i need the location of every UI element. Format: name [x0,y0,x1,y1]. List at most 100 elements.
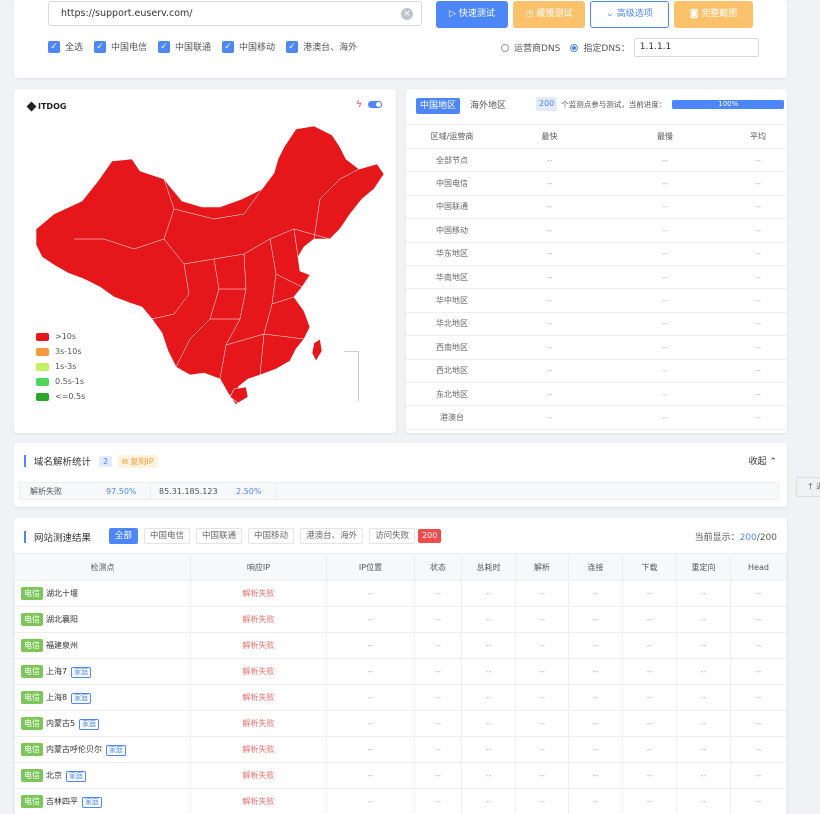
result-value: -- [676,632,731,659]
result-value: -- [676,762,731,789]
back-to-top-button[interactable]: ↑ 返 [796,477,820,497]
filter-all[interactable]: 全部 [109,528,139,544]
china-map-shape [35,125,385,406]
stat-value: -- [601,148,729,173]
dns-item-label[interactable]: 85.31.185.123 [151,487,236,496]
table-row: 电信 湖北襄阳 解析失败 -- -- -- -- -- -- -- -- [14,606,787,633]
response-ip: 解析失败 [190,658,327,685]
checkbox-telecom[interactable]: ✓ 中国电信 [94,40,147,53]
custom-dns-input[interactable]: 1.1.1.1 [633,38,759,57]
result-value: -- [515,736,569,763]
checkbox-all[interactable]: ✓ 全选 [48,40,83,53]
check-icon: ✓ [48,40,60,53]
logo-text: ITDOG [38,102,67,111]
filter-failed[interactable]: 访问失败 [369,528,416,544]
result-value: -- [414,736,462,763]
result-col-header: 下载 [622,553,677,581]
result-value: -- [622,710,677,737]
result-value: -- [515,684,569,711]
result-value: -- [461,762,516,789]
filter-unicom[interactable]: 中国联通 [196,528,243,544]
response-ip: 解析失败 [190,684,327,711]
fail-count-badge: 200 [418,529,442,543]
legend-label: 1s-3s [55,362,77,371]
check-icon: ✓ [94,40,107,53]
current-label: 当前显示： [694,533,740,543]
legend-item: <=0.5s [36,389,85,404]
response-ip: 解析失败 [190,606,327,633]
result-col-header: 检测点 [14,553,191,581]
title-bar [24,531,26,543]
collapse-button[interactable]: 收起 ⌃ [749,454,777,467]
map-toggle[interactable] [368,101,382,108]
filter-mobile[interactable]: 中国移动 [248,528,295,544]
dns-count-badge: 2 [99,455,113,467]
result-value: -- [326,710,415,737]
stat-value: -- [729,148,787,173]
checkbox-label: 港澳台、海外 [303,43,358,53]
result-value: -- [568,736,623,763]
radio-custom-dns[interactable] [570,43,579,52]
result-value: -- [326,632,415,659]
clear-icon[interactable]: × [401,8,413,20]
stat-value: -- [498,382,601,407]
checkbox-mobile[interactable]: ✓ 中国移动 [222,40,275,53]
dns-stats-card: 域名解析统计 2 ⧉ 复制IP 收起 ⌃ 解析失败 97.50% 85.31.1… [14,443,787,507]
result-value: -- [461,632,516,659]
table-row: 港澳台 -- -- -- [406,405,787,430]
checkbox-label: 中国移动 [239,43,276,53]
isp-checkbox-row: ✓ 全选 ✓ 中国电信 ✓ 中国联通 ✓ 中国移动 ✓ 港澳台、海外 [48,40,368,53]
result-value: -- [676,736,731,763]
result-value: -- [730,684,787,711]
legend-item: 1s-3s [36,359,85,374]
url-input-value: https://support.euserv.com/ [61,8,193,19]
result-value: -- [568,632,623,659]
result-value: -- [568,710,623,737]
checkbox-overseas[interactable]: ✓ 港澳台、海外 [286,40,357,53]
stat-value: -- [601,195,729,220]
advanced-options-button[interactable]: ⌄ 高级选项 [590,1,669,28]
table-row: 中国电信 -- -- -- [406,171,787,196]
result-value: -- [730,788,787,814]
response-ip: 解析失败 [190,736,327,763]
full-screenshot-button[interactable]: ◙ 完整截图 [674,1,753,28]
tab-overseas[interactable]: 海外地区 [466,98,510,114]
legend-swatch [36,392,49,401]
copy-ip-button[interactable]: ⧉ 复制IP [118,454,158,468]
filter-overseas[interactable]: 港澳台、海外 [300,528,364,544]
filter-telecom[interactable]: 中国电信 [144,528,191,544]
result-value: -- [676,658,731,685]
col-slowest: 最慢 [601,124,729,149]
isp-tag: 电信 [21,795,43,808]
result-value: -- [676,684,731,711]
result-value: -- [568,658,623,685]
result-value: -- [515,710,569,737]
result-value: -- [568,788,623,814]
map-legend: >10s 3s-10s 1s-3s 0.5s-1s <=0.5s [36,329,85,404]
isp-tag: 电信 [21,665,43,678]
slow-test-button[interactable]: ◷ 缓慢测试 [513,1,585,28]
tab-china[interactable]: 中国地区 [416,98,461,114]
check-icon: ✓ [158,40,171,53]
result-value: -- [326,580,415,607]
result-value: -- [622,762,677,789]
checkbox-label: 中国电信 [111,43,148,53]
result-value: -- [414,606,462,633]
speed-result-table: 检测点 响应IP IP位置 状态 总耗时 解析 连接 下载 重定向 Head 电信 湖北十堰 解析失败… [14,553,787,814]
result-value: -- [326,788,415,814]
probe-node: 电信 内蒙古呼伦贝尔 家庭 [14,736,191,763]
radio-isp-dns[interactable] [501,43,509,52]
probe-node: 电信 吉林四平 家庭 [14,788,191,814]
quick-test-button[interactable]: ▷ 快速测试 [436,1,508,28]
response-ip: 解析失败 [190,632,327,659]
stat-value: -- [729,335,787,360]
url-input[interactable]: https://support.euserv.com/ × [48,1,422,26]
stat-value: -- [601,242,729,266]
table-row: 华北地区 -- -- -- [406,312,787,337]
itdog-logo: ITDOG [26,101,67,112]
stat-value: -- [498,218,601,243]
response-ip: 解析失败 [190,762,327,789]
result-col-header: 总耗时 [461,553,516,581]
result-value: -- [414,710,462,737]
checkbox-unicom[interactable]: ✓ 中国联通 [158,40,211,53]
